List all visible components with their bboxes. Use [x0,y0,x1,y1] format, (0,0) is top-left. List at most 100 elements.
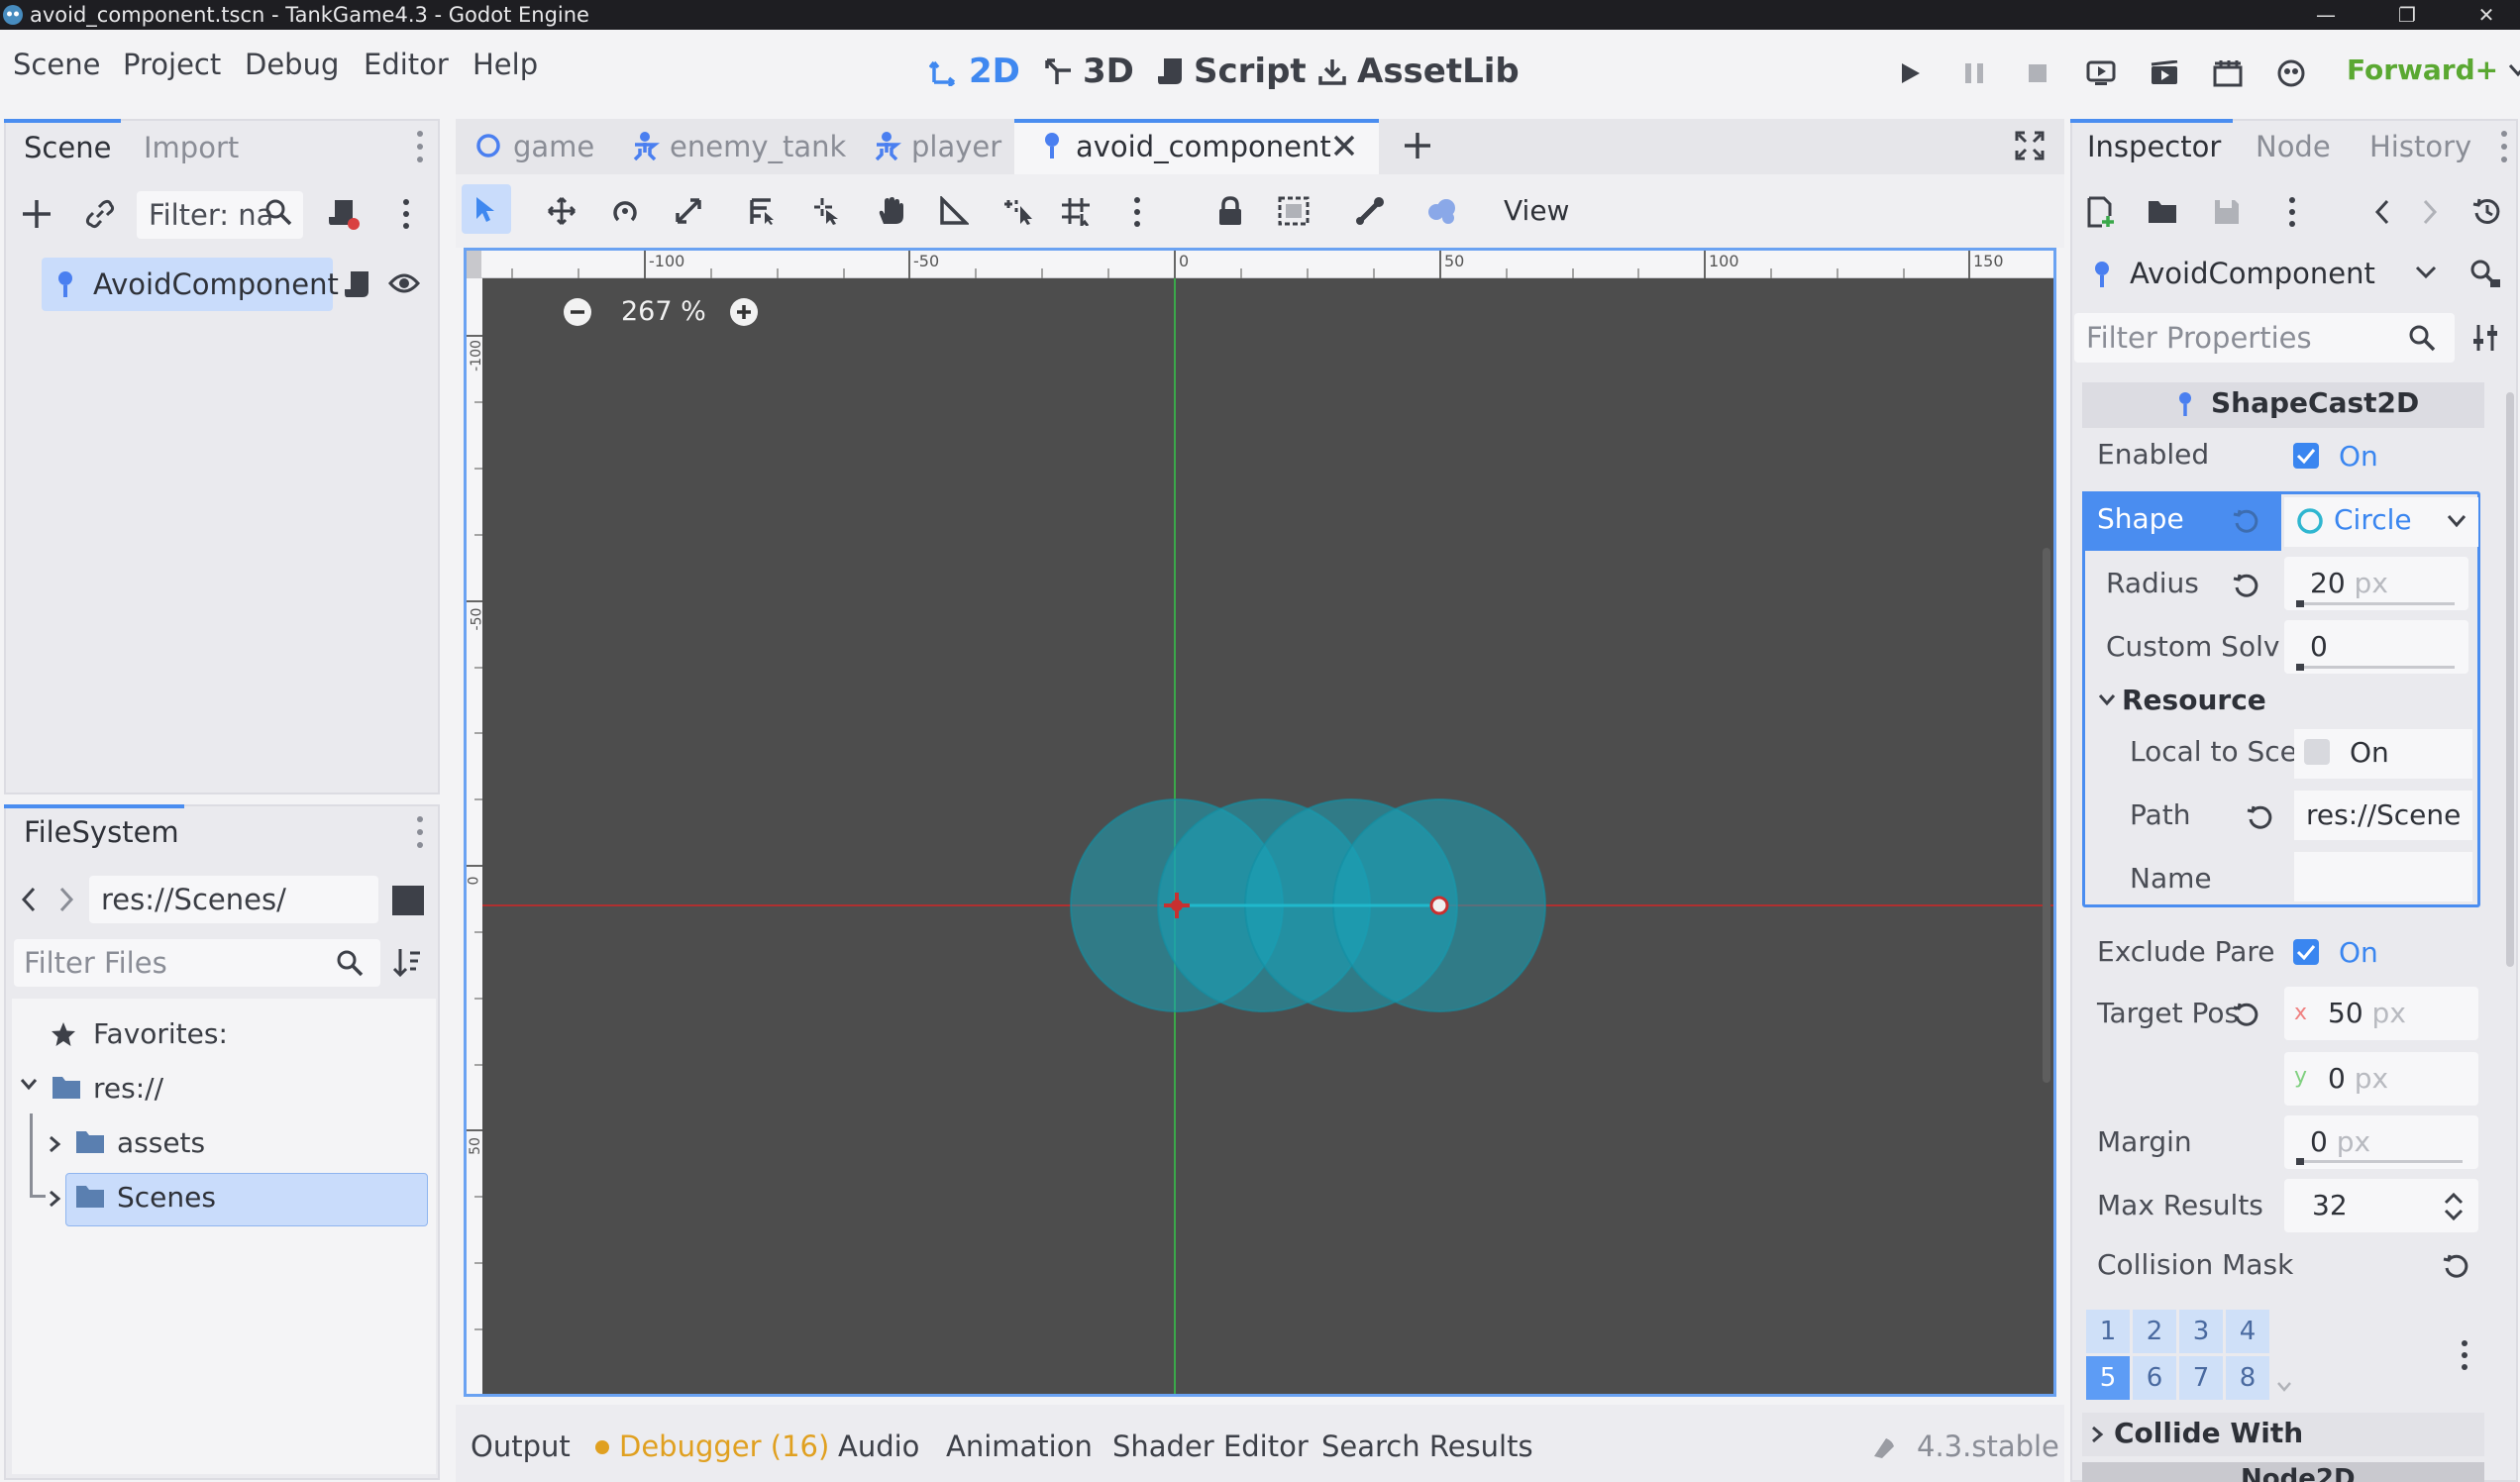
zoom-level[interactable]: 267 % [621,296,706,327]
ruler-horizontal[interactable]: -100 -50 0 50 100 150 [481,251,2053,278]
new-resource-icon[interactable] [2086,196,2116,228]
chevron-down-icon[interactable] [2276,1381,2292,1393]
vertical-scrollbar[interactable] [2043,548,2050,1083]
resource-menu-icon[interactable] [2288,196,2296,228]
collision-layer-7[interactable]: 7 [2179,1356,2223,1400]
inspected-node-name[interactable]: AvoidComponent [2130,257,2375,290]
menu-help[interactable]: Help [472,48,538,81]
bottom-tab-debugger[interactable]: Debugger (16) [619,1429,829,1463]
mode-2d-button[interactable]: 2D [929,52,1020,91]
chevron-down-icon[interactable] [2447,514,2467,528]
visibility-eye-icon[interactable] [388,271,420,295]
tab-import[interactable]: Import [144,131,239,164]
max-results-value[interactable]: 32 [2312,1189,2348,1221]
collision-layer-5-active[interactable]: 5 [2086,1356,2130,1400]
stop-icon[interactable] [2018,53,2057,93]
play-custom-scene-icon[interactable] [2145,53,2184,93]
exclude-parent-checkbox[interactable] [2293,939,2319,965]
scene-tab-avoid-component[interactable]: avoid_component [1076,130,1331,163]
smart-snap-icon[interactable] [1002,196,1036,226]
favorites-label[interactable]: Favorites: [93,1017,228,1050]
remote-debug-icon[interactable] [2271,53,2311,93]
path-value[interactable]: res://Scene [2306,798,2461,831]
object-history-icon[interactable] [2472,196,2502,226]
zoom-out-icon[interactable] [562,296,593,328]
folder-scenes-label[interactable]: Scenes [117,1181,216,1214]
history-back-icon[interactable] [2373,198,2391,226]
exclude-parent-value[interactable]: On [2339,936,2378,969]
revert-icon[interactable] [2233,1001,2260,1028]
scene-menu-icon[interactable] [402,197,410,231]
update-spinner-icon[interactable] [1868,1432,1898,1462]
tab-node[interactable]: Node [2256,130,2331,163]
property-options-icon[interactable] [2470,323,2500,353]
dock-menu-icon[interactable] [416,129,424,164]
collision-layer-1[interactable]: 1 [2086,1310,2130,1353]
pivot-tool-icon[interactable] [812,196,842,226]
renderer-select[interactable]: Forward+ [2347,53,2520,86]
tab-scene[interactable]: Scene [24,131,111,164]
name-field[interactable] [2294,852,2472,901]
menu-project[interactable]: Project [123,48,221,81]
res-root-label[interactable]: res:// [93,1072,163,1105]
bottom-tab-search-results[interactable]: Search Results [1321,1429,1533,1463]
node-script-icon[interactable] [343,269,370,299]
target-y-value[interactable]: 0 px [2328,1062,2388,1095]
snap-options-icon[interactable] [1133,196,1141,228]
scene-tab-game[interactable]: game [513,130,594,163]
chevron-right-icon[interactable] [48,1135,61,1153]
sort-icon[interactable] [392,947,422,979]
zoom-in-icon[interactable] [728,296,760,328]
canvas-viewport[interactable]: 267 % [464,248,2056,1397]
chevron-right-icon[interactable] [48,1190,61,1208]
save-icon[interactable] [2213,198,2241,226]
load-resource-icon[interactable] [2148,198,2179,226]
shape-value[interactable]: Circle [2334,503,2412,536]
enabled-value[interactable]: On [2339,440,2378,473]
filter-files-input[interactable]: Filter Files [14,939,380,987]
movie-maker-icon[interactable] [2208,53,2248,93]
filesystem-path-input[interactable]: res://Scenes/ [89,876,378,923]
move-tool-icon[interactable] [547,196,577,226]
selectable-nodes-list-icon[interactable] [749,196,779,226]
scale-tool-icon[interactable] [674,196,703,226]
mode-3d-button[interactable]: 3D [1043,52,1134,91]
back-icon[interactable] [20,886,38,913]
maximize-button[interactable]: ❐ [2367,0,2447,30]
ruler-vertical[interactable]: -100 -50 0 50 [466,278,484,1394]
radius-slider-track[interactable] [2296,602,2455,605]
particles-icon[interactable] [1426,196,1458,226]
group-icon[interactable] [1278,196,1310,226]
menu-scene[interactable]: Scene [13,48,100,81]
local-to-scene-value[interactable]: On [2350,736,2389,769]
view-menu[interactable]: View [1504,194,1569,227]
close-tab-icon[interactable] [1332,134,1356,158]
select-cursor-icon[interactable] [473,195,497,223]
distraction-free-icon[interactable] [2015,131,2045,160]
dock-menu-icon[interactable] [416,814,424,850]
enabled-checkbox[interactable] [2293,443,2319,469]
bottom-tab-audio[interactable]: Audio [838,1429,919,1463]
revert-icon[interactable] [2247,803,2274,831]
spinbox-arrows-icon[interactable] [2443,1191,2465,1222]
scene-tab-player[interactable]: player [911,130,1001,163]
mode-script-button[interactable]: Script [1156,52,1307,91]
history-forward-icon[interactable] [2421,198,2439,226]
tab-history[interactable]: History [2369,130,2471,163]
revert-icon[interactable] [2233,507,2260,535]
collision-layer-4[interactable]: 4 [2226,1310,2269,1353]
new-scene-tab-icon[interactable] [1403,131,1432,160]
close-window-button[interactable]: ✕ [2447,0,2520,30]
custom-solver-slider-track[interactable] [2296,666,2455,669]
add-node-icon[interactable] [20,197,53,231]
chevron-down-icon[interactable] [2098,693,2116,707]
margin-slider-track[interactable] [2296,1160,2463,1163]
forward-icon[interactable] [57,886,75,913]
play-scene-icon[interactable] [2081,53,2121,93]
pause-icon[interactable] [1954,53,1994,93]
minimize-button[interactable]: — [2286,0,2365,30]
tab-inspector[interactable]: Inspector [2087,130,2221,163]
grid-snap-icon[interactable] [1060,196,1092,226]
collision-layer-2[interactable]: 2 [2133,1310,2176,1353]
play-icon[interactable] [1891,53,1931,93]
